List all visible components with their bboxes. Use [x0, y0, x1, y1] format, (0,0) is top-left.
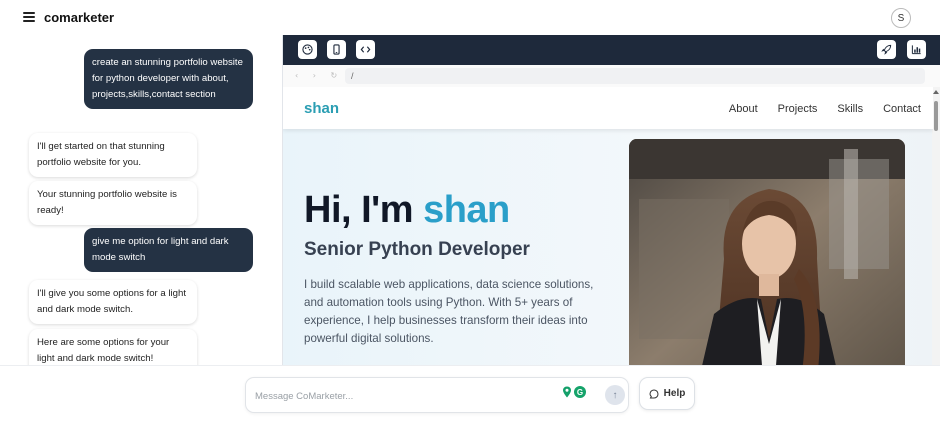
browser-nav-icons[interactable]: ‹ › ↻: [295, 71, 343, 80]
hero-greeting: Hi, I'm: [304, 189, 424, 231]
preview-scrollbar[interactable]: [932, 87, 940, 365]
nav-about[interactable]: About: [729, 103, 758, 115]
preview-toolbar: [283, 35, 940, 65]
site-brand[interactable]: shan: [304, 100, 339, 117]
hero-name: shan: [423, 189, 510, 231]
message-composer: G ↑: [245, 377, 629, 413]
site-preview: shan About Projects Skills Contact Hi, I…: [283, 87, 933, 365]
assistant-message: Your stunning portfolio website is ready…: [29, 181, 197, 225]
address-bar: ‹ › ↻ /: [283, 65, 940, 87]
site-nav: shan About Projects Skills Contact: [283, 87, 933, 129]
rocket-icon[interactable]: [877, 40, 896, 59]
code-icon[interactable]: [356, 40, 375, 59]
user-message: give me option for light and dark mode s…: [84, 228, 253, 272]
nav-skills[interactable]: Skills: [837, 103, 863, 115]
palette-icon[interactable]: [298, 40, 317, 59]
grammar-icon[interactable]: G: [574, 386, 586, 398]
hamburger-menu-icon[interactable]: [23, 12, 35, 22]
mobile-icon[interactable]: [327, 40, 346, 59]
hero-description: I build scalable web applications, data …: [304, 278, 594, 345]
user-message: create an stunning portfolio website for…: [84, 49, 253, 109]
chat-bubble-icon: [649, 388, 659, 398]
hero-section: Hi, I'm shan Senior Python Developer I b…: [283, 129, 933, 365]
profile-photo: [629, 139, 905, 365]
nav-projects[interactable]: Projects: [778, 103, 818, 115]
assistant-message: I'll give you some options for a light a…: [29, 280, 197, 324]
message-input[interactable]: [255, 387, 545, 405]
location-pin-icon[interactable]: [562, 386, 572, 398]
help-label: Help: [663, 388, 686, 399]
preview-pane: ‹ › ↻ / shan About Projects Skills Conta…: [282, 35, 940, 365]
help-button[interactable]: Help: [639, 377, 695, 410]
avatar[interactable]: S: [891, 8, 911, 28]
app-title: comarketer: [44, 10, 115, 25]
hero-title: Hi, I'm shan: [304, 189, 510, 232]
top-bar: comarketer S: [0, 0, 940, 35]
assistant-message: Here are some options for your light and…: [29, 329, 197, 365]
url-field[interactable]: /: [345, 68, 925, 84]
composer-area: G ↑ Help: [0, 365, 940, 425]
assistant-message: I'll get started on that stunning portfo…: [29, 133, 197, 177]
chat-pane: create an stunning portfolio website for…: [0, 35, 282, 365]
chart-icon[interactable]: [907, 40, 926, 59]
nav-contact[interactable]: Contact: [883, 103, 921, 115]
send-button[interactable]: ↑: [605, 385, 625, 405]
site-nav-links: About Projects Skills Contact: [729, 103, 921, 115]
extension-icons: G: [562, 386, 586, 398]
hero-subtitle: Senior Python Developer: [304, 239, 530, 260]
